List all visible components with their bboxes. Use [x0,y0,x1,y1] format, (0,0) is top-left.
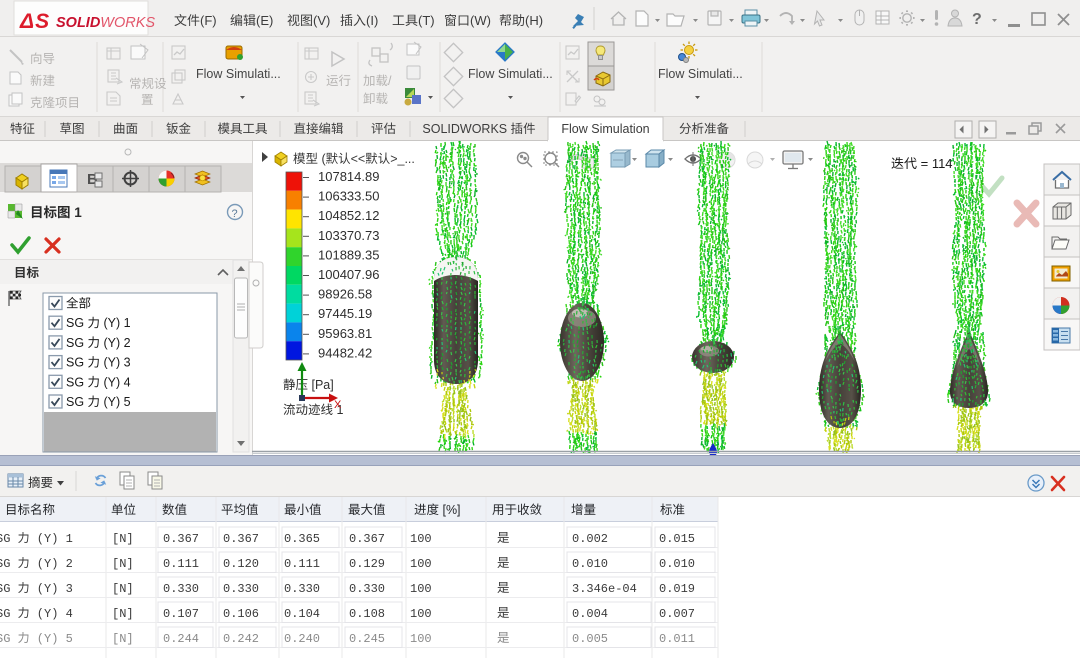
svg-text:107814.89: 107814.89 [318,169,379,184]
svg-text:0.240: 0.240 [284,632,320,646]
svg-text:3.346e-04: 3.346e-04 [572,582,637,596]
svg-text:[Pa]: [Pa] [308,378,334,392]
svg-text:(Y) 1: (Y) 1 [100,316,131,330]
svg-text:SG: SG [66,316,88,330]
svg-text:SG: SG [0,632,18,646]
svg-text:0.330: 0.330 [163,582,199,596]
svg-text:(W): (W) [470,13,491,28]
svg-text:(Y) 4: (Y) 4 [30,607,73,621]
svg-text:SG: SG [0,532,18,546]
svg-text:(F): (F) [200,13,217,28]
svg-text:(Y) 5: (Y) 5 [100,395,131,409]
svg-text:>_...: >_... [390,152,415,166]
svg-text:0.111: 0.111 [284,557,320,571]
svg-text:/: / [388,74,392,88]
svg-text:[%]: [%] [439,503,461,517]
svg-text:SG: SG [0,557,18,571]
svg-text:(H): (H) [525,13,543,28]
svg-text:0.010: 0.010 [572,557,608,571]
svg-text:(: ( [318,152,326,166]
svg-text:1: 1 [71,205,83,220]
svg-text:0.245: 0.245 [349,632,385,646]
svg-text:SG: SG [0,607,18,621]
svg-text:0.367: 0.367 [223,532,259,546]
svg-text:(T): (T) [418,13,435,28]
svg-text:97445.19: 97445.19 [318,306,372,321]
svg-text:101889.35: 101889.35 [318,247,379,262]
svg-text:0.019: 0.019 [659,582,695,596]
svg-text:0.015: 0.015 [659,532,695,546]
svg-text:0.129: 0.129 [349,557,385,571]
svg-text:?: ? [972,11,982,28]
svg-text:0.011: 0.011 [659,632,695,646]
svg-text:<<: << [351,152,366,166]
svg-text:100: 100 [410,607,432,621]
svg-text:(I): (I) [366,13,378,28]
svg-text:0.104: 0.104 [284,607,320,621]
svg-text:0.242: 0.242 [223,632,259,646]
svg-text:[N]: [N] [112,557,134,571]
svg-text:0.367: 0.367 [163,532,199,546]
svg-text:100: 100 [410,582,432,596]
svg-text:(Y) 1: (Y) 1 [30,532,73,546]
svg-text:0.367: 0.367 [349,532,385,546]
svg-text:SOLIDWORKS: SOLIDWORKS [422,122,510,136]
svg-text:WORKS: WORKS [100,15,155,31]
svg-text:106333.50: 106333.50 [318,189,379,204]
svg-text:Flow Simulation: Flow Simulation [561,122,649,136]
svg-text:?: ? [232,208,238,220]
svg-text:0.120: 0.120 [223,557,259,571]
svg-text:100: 100 [410,532,432,546]
svg-text:0.002: 0.002 [572,532,608,546]
svg-text:0.365: 0.365 [284,532,320,546]
svg-text:Flow Simulati...: Flow Simulati... [468,67,553,81]
svg-text:(E): (E) [256,13,273,28]
svg-text:SG: SG [66,395,88,409]
svg-text:104852.12: 104852.12 [318,208,379,223]
svg-text:[N]: [N] [112,582,134,596]
svg-text:0.004: 0.004 [572,607,608,621]
svg-text:0.244: 0.244 [163,632,199,646]
svg-text:(Y) 4: (Y) 4 [100,375,131,389]
svg-text:100: 100 [410,557,432,571]
svg-text:0.007: 0.007 [659,607,695,621]
svg-text:SG: SG [66,375,88,389]
svg-text:(Y) 2: (Y) 2 [100,336,131,350]
svg-text:98926.58: 98926.58 [318,287,372,302]
svg-text:[N]: [N] [112,632,134,646]
svg-text:100: 100 [410,632,432,646]
svg-text:100407.96: 100407.96 [318,267,379,282]
svg-text:94482.42: 94482.42 [318,345,372,360]
svg-text:SG: SG [0,582,18,596]
svg-text:0.107: 0.107 [163,607,199,621]
svg-text:103370.73: 103370.73 [318,228,379,243]
svg-text:(V): (V) [313,13,330,28]
svg-text:(Y) 5: (Y) 5 [30,632,73,646]
svg-text:0.106: 0.106 [223,607,259,621]
svg-text:[N]: [N] [112,607,134,621]
svg-text:ΔS: ΔS [19,10,50,33]
svg-text:0.108: 0.108 [349,607,385,621]
svg-text:Flow Simulati...: Flow Simulati... [196,67,281,81]
svg-text:0.330: 0.330 [349,582,385,596]
svg-text:0.330: 0.330 [284,582,320,596]
svg-text:X: X [334,399,342,411]
svg-text:0.010: 0.010 [659,557,695,571]
svg-text:95963.81: 95963.81 [318,326,372,341]
svg-text:0.005: 0.005 [572,632,608,646]
svg-text:[N]: [N] [112,532,134,546]
svg-text:0.111: 0.111 [163,557,199,571]
svg-text:Flow Simulati...: Flow Simulati... [658,67,743,81]
svg-text:= 114: = 114 [917,156,953,171]
svg-text:SG: SG [66,356,88,370]
svg-text:(Y) 3: (Y) 3 [30,582,73,596]
svg-text:SG: SG [66,336,88,350]
svg-text:0.330: 0.330 [223,582,259,596]
svg-text:SOLID: SOLID [56,15,101,31]
svg-text:(Y) 3: (Y) 3 [100,356,131,370]
svg-text:(Y) 2: (Y) 2 [30,557,73,571]
